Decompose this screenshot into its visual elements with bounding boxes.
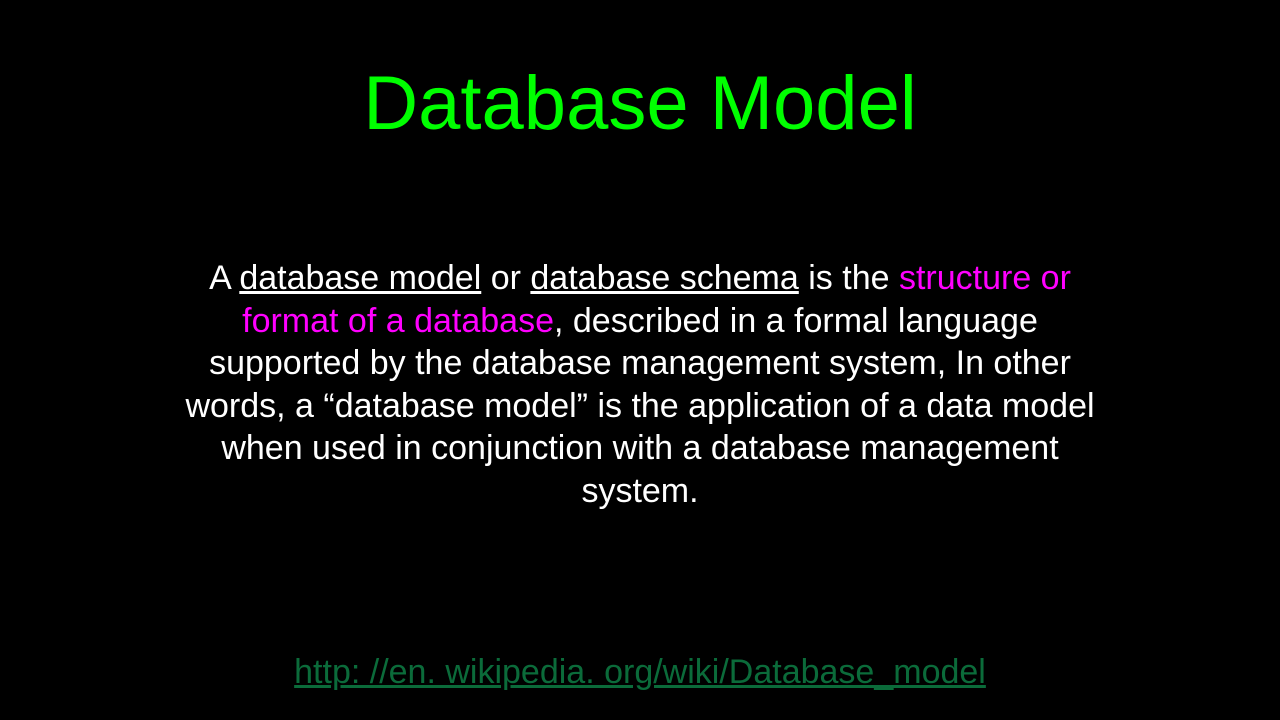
slide: Database Model A database model or datab… (0, 0, 1280, 720)
body-text-3: is the (799, 259, 899, 297)
slide-title: Database Model (0, 0, 1280, 147)
term-database-schema: database schema (530, 259, 798, 297)
slide-body: A database model or database schema is t… (180, 257, 1100, 512)
body-text-1: A (209, 259, 239, 297)
term-database-model: database model (239, 259, 481, 297)
source-link-container: http: //en. wikipedia. org/wiki/Database… (0, 653, 1280, 692)
body-text-2: or (481, 259, 530, 297)
source-link[interactable]: http: //en. wikipedia. org/wiki/Database… (294, 653, 986, 691)
